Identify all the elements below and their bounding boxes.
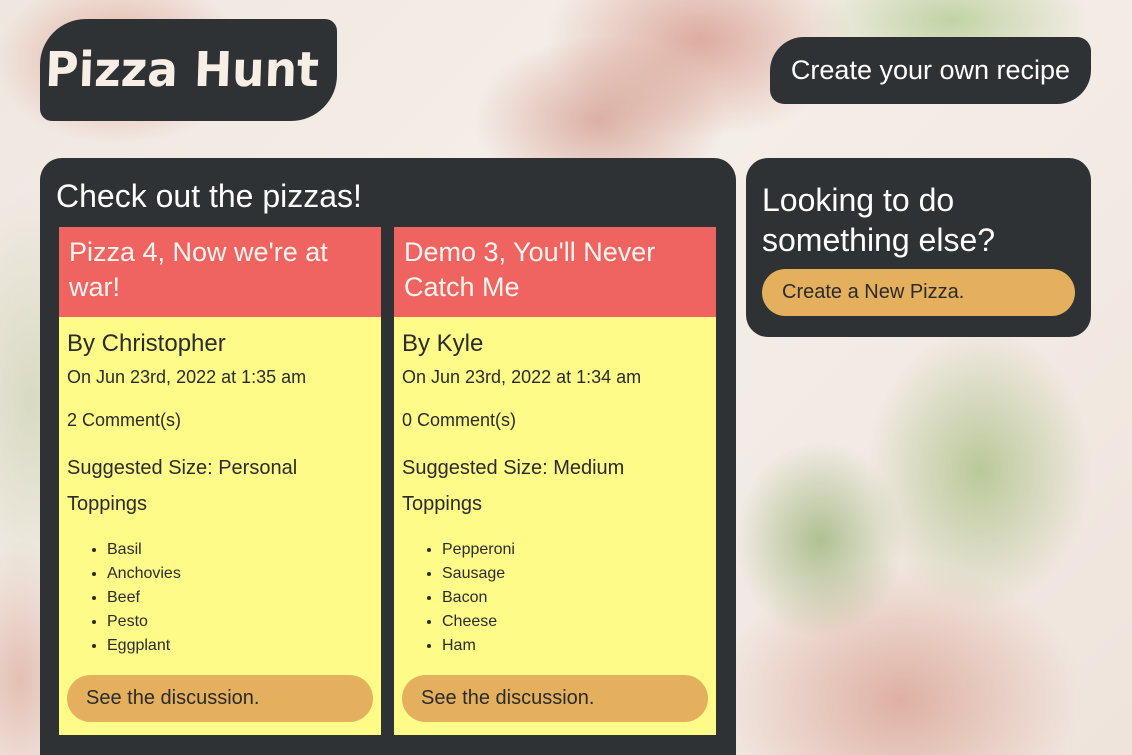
pizza-suggested-size: Suggested Size: Medium [402, 457, 625, 479]
topping-item: Basil [107, 538, 373, 562]
topping-item: Ham [442, 634, 708, 658]
topping-item: Pepperoni [442, 538, 708, 562]
pizza-list-heading: Check out the pizzas! [56, 178, 362, 214]
pizza-card: Pizza 4, Now we're at war! By Christophe… [59, 227, 381, 735]
pizza-card-body: By Kyle On Jun 23rd, 2022 at 1:34 am 0 C… [394, 330, 716, 658]
pizza-card-title: Pizza 4, Now we're at war! [59, 227, 381, 317]
logo-text: Pizza Hunt [44, 42, 321, 98]
pizza-list-panel: Check out the pizzas! Pizza 4, Now we're… [40, 158, 736, 755]
toppings-list: Pepperoni Sausage Bacon Cheese Ham [402, 538, 708, 658]
logo-badge[interactable]: Pizza Hunt [40, 19, 337, 121]
create-new-pizza-button[interactable]: Create a New Pizza. [762, 269, 1075, 316]
toppings-list: Basil Anchovies Beef Pesto Eggplant [67, 538, 373, 658]
pizza-card-body: By Christopher On Jun 23rd, 2022 at 1:35… [59, 330, 381, 658]
pizza-comment-count: 2 Comment(s) [67, 410, 182, 430]
topping-item: Anchovies [107, 562, 373, 586]
create-recipe-button[interactable]: Create your own recipe [770, 37, 1091, 104]
topping-item: Cheese [442, 610, 708, 634]
pizza-date: On Jun 23rd, 2022 at 1:34 am [402, 367, 642, 387]
pizza-comment-count: 0 Comment(s) [402, 410, 517, 430]
toppings-heading: Toppings [402, 493, 483, 515]
pizza-card-title: Demo 3, You'll Never Catch Me [394, 227, 716, 317]
topping-item: Bacon [442, 586, 708, 610]
toppings-heading: Toppings [67, 493, 148, 515]
other-actions-panel: Looking to do something else? Create a N… [746, 158, 1091, 337]
topping-item: Eggplant [107, 634, 373, 658]
pizza-card: Demo 3, You'll Never Catch Me By Kyle On… [394, 227, 716, 735]
pizza-author: By Kyle [402, 330, 484, 357]
pizza-author: By Christopher [67, 330, 226, 357]
pizza-suggested-size: Suggested Size: Personal [67, 457, 298, 479]
topping-item: Sausage [442, 562, 708, 586]
pizza-date: On Jun 23rd, 2022 at 1:35 am [67, 367, 307, 387]
topping-item: Beef [107, 586, 373, 610]
other-actions-heading: Looking to do something else? [762, 182, 996, 258]
topping-item: Pesto [107, 610, 373, 634]
see-discussion-button[interactable]: See the discussion. [402, 675, 708, 722]
see-discussion-button[interactable]: See the discussion. [67, 675, 373, 722]
